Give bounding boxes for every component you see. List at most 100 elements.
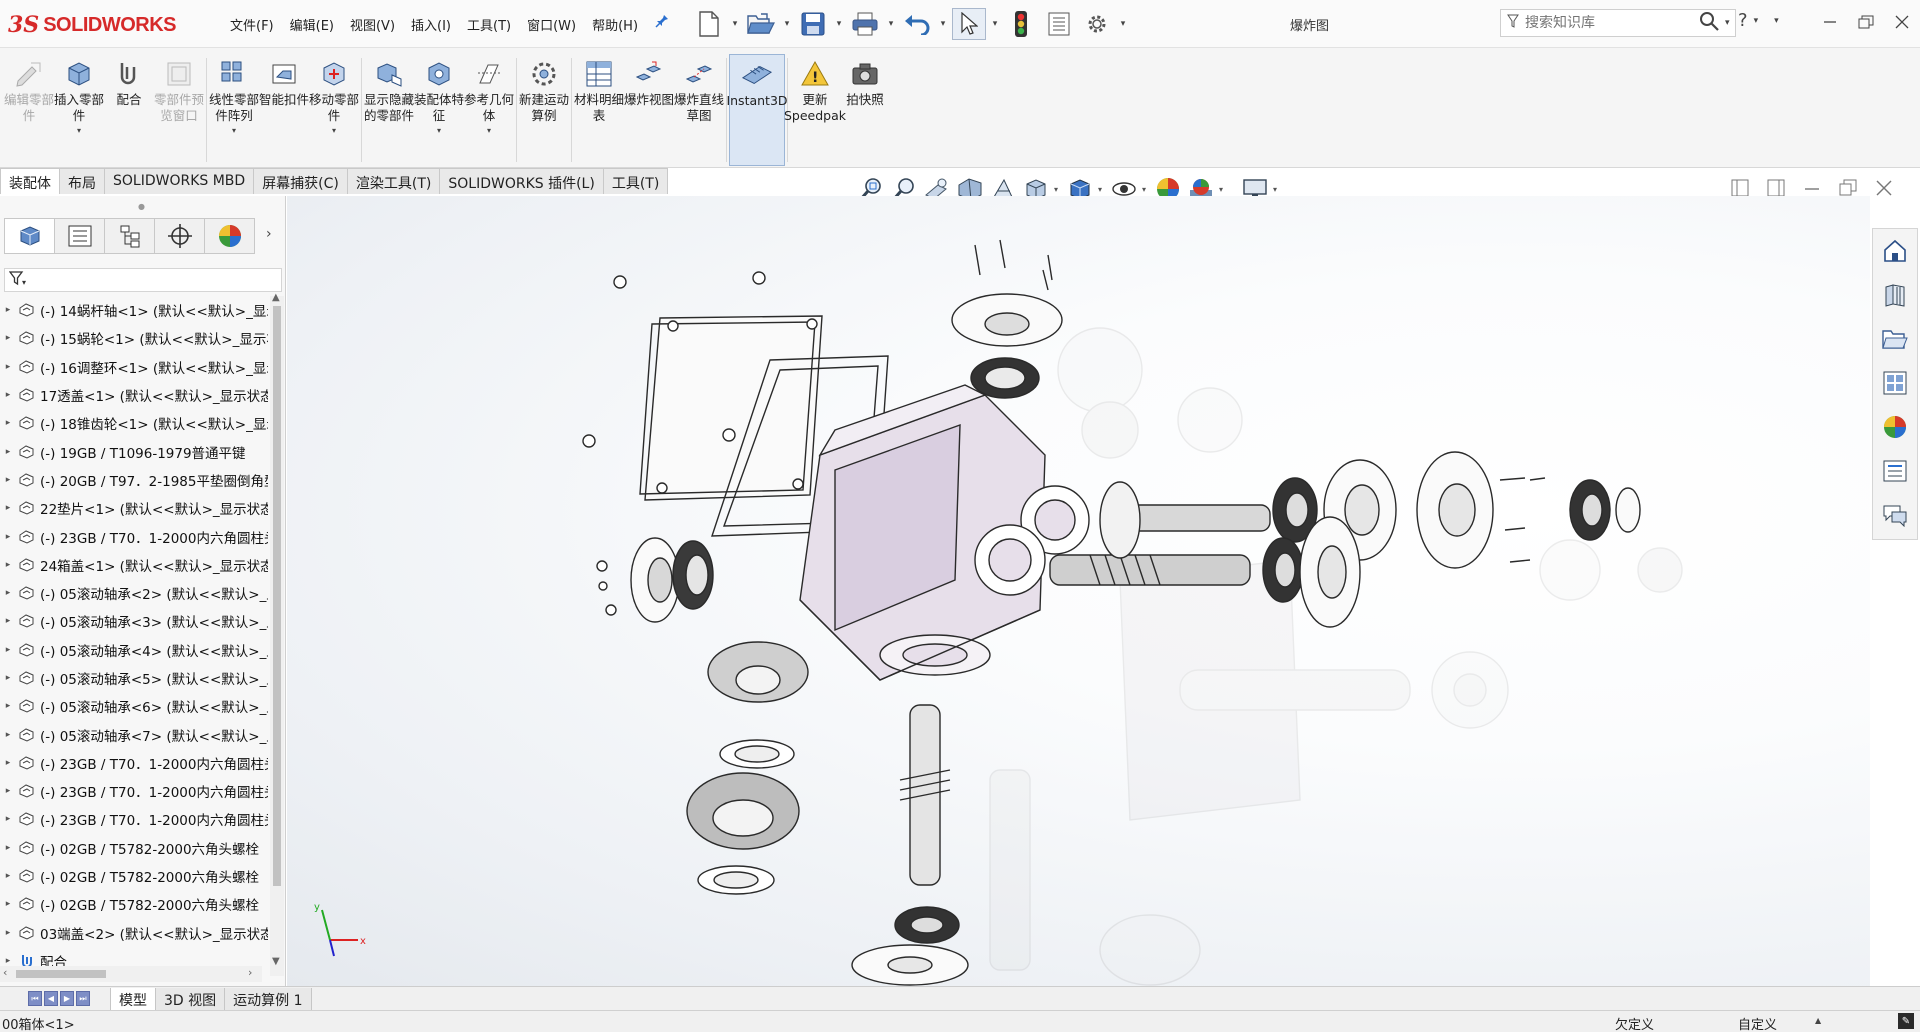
expand-arrow-icon[interactable]: ▸ bbox=[0, 956, 16, 966]
expand-arrow-icon[interactable]: ▸ bbox=[0, 560, 16, 570]
close-icon[interactable] bbox=[1884, 6, 1920, 38]
solidworks-logo[interactable]: 3S SOLIDWORKS bbox=[8, 6, 206, 44]
chevron-down-icon[interactable]: ▾ bbox=[77, 126, 81, 135]
tree-item[interactable]: ▸ 17透盖<1> (默认<<默认>_显示状态 1>) bbox=[0, 381, 268, 409]
expand-arrow-icon[interactable]: ▸ bbox=[0, 305, 16, 315]
expand-arrow-icon[interactable]: ▸ bbox=[0, 786, 16, 796]
undo-icon[interactable] bbox=[900, 8, 934, 40]
tree-item[interactable]: ▸ (-) 23GB / T70．1-2000内六角圆柱头螺钉 bbox=[0, 777, 268, 805]
tree-item[interactable]: ▸ 22垫片<1> (默认<<默认>_显示状态 1>) bbox=[0, 494, 268, 522]
tab-mbd[interactable]: SOLIDWORKS MBD bbox=[104, 168, 255, 194]
tree-item[interactable]: ▸ (-) 23GB / T70．1-2000内六角圆柱头螺钉 bbox=[0, 522, 268, 550]
tab-render-tools[interactable]: 渲染工具(T) bbox=[346, 168, 441, 194]
appearances-scenes-icon[interactable] bbox=[1873, 405, 1917, 449]
tree-item[interactable]: ▸ (-) 05滚动轴承<7> (默认<<默认>_显示状态 1>) bbox=[0, 720, 268, 748]
expand-arrow-icon[interactable]: ▸ bbox=[0, 532, 16, 542]
exploded-assembly-drawing[interactable] bbox=[287, 196, 1870, 986]
tree-item[interactable]: ▸ (-) 05滚动轴承<3> (默认<<默认>_显示状态 1>) bbox=[0, 607, 268, 635]
search-knowledge-base[interactable]: ▾ bbox=[1500, 9, 1736, 37]
expand-arrow-icon[interactable]: ▸ bbox=[0, 899, 16, 909]
expand-arrow-icon[interactable]: ▸ bbox=[0, 673, 16, 683]
output-shaft[interactable] bbox=[851, 704, 969, 986]
tree-item[interactable]: ▸ 24箱盖<1> (默认<<默认>_显示状态 1>) bbox=[0, 551, 268, 579]
expand-arrow-icon[interactable]: ▸ bbox=[0, 418, 16, 428]
panel-drag-handle[interactable]: ● bbox=[138, 202, 145, 211]
expand-arrow-icon[interactable]: ▸ bbox=[0, 928, 16, 938]
menu-window[interactable]: 窗口(W) bbox=[519, 12, 584, 36]
undo-dropdown-icon[interactable]: ▾ bbox=[938, 19, 948, 29]
new-document-icon[interactable] bbox=[692, 8, 726, 40]
explode-line-sketch-button[interactable]: 爆炸直线草图 bbox=[674, 54, 724, 166]
top-end-cap[interactable] bbox=[951, 239, 1063, 399]
prev-tab-icon[interactable]: ◀ bbox=[44, 991, 58, 1006]
scroll-left-icon[interactable]: ‹ bbox=[3, 966, 7, 979]
tree-item[interactable]: ▸ (-) 02GB / T5782-2000六角头螺栓 bbox=[0, 834, 268, 862]
apply-scene-dropdown-icon[interactable]: ▾ bbox=[1219, 185, 1227, 194]
vertical-scroll-thumb[interactable] bbox=[273, 306, 281, 886]
expand-arrow-icon[interactable]: ▸ bbox=[0, 475, 16, 485]
select-cursor-icon[interactable] bbox=[952, 8, 986, 40]
tree-item[interactable]: ▸ (-) 14蜗杆轴<1> (默认<<默认>_显示状态 1>) bbox=[0, 296, 268, 324]
help-dropdown-icon[interactable]: ▾ bbox=[1754, 16, 1759, 26]
minimize-icon[interactable] bbox=[1812, 6, 1848, 38]
menu-help[interactable]: 帮助(H) bbox=[584, 12, 646, 36]
menu-tools[interactable]: 工具(T) bbox=[459, 12, 519, 36]
file-explorer-icon[interactable] bbox=[1873, 317, 1917, 361]
search-icon[interactable] bbox=[1699, 11, 1719, 35]
tree-item[interactable]: ▸ (-) 05滚动轴承<2> (默认<<默认>_显示状态 1>) bbox=[0, 579, 268, 607]
tree-item[interactable]: ▸ (-) 23GB / T70．1-2000内六角圆柱头螺钉 bbox=[0, 805, 268, 833]
smart-fasteners-button[interactable]: 智能扣件 bbox=[259, 54, 309, 166]
new-motion-study-button[interactable]: 新建运动算例 bbox=[519, 54, 569, 166]
expand-arrow-icon[interactable]: ▸ bbox=[0, 447, 16, 457]
solidworks-resources-home-icon[interactable] bbox=[1873, 229, 1917, 273]
housing-cover-plate[interactable] bbox=[639, 315, 823, 501]
tab-screen-capture[interactable]: 屏幕捕获(C) bbox=[253, 168, 348, 194]
custom-properties-icon[interactable] bbox=[1873, 449, 1917, 493]
assembly-feature-button[interactable]: 装配体特征 ▾ bbox=[414, 54, 464, 166]
tab-assembly[interactable]: 装配体 bbox=[0, 168, 60, 194]
tree-vertical-scrollbar[interactable]: ▲ ▼ bbox=[270, 292, 284, 976]
search-scope-icon[interactable] bbox=[1507, 14, 1519, 32]
last-tab-icon[interactable]: ⏭ bbox=[76, 991, 90, 1006]
tree-item[interactable]: ▸ (-) 05滚动轴承<5> (默认<<默认>_显示状态 1>) bbox=[0, 664, 268, 692]
reference-geometry-button[interactable]: 参考几何体 ▾ bbox=[464, 54, 514, 166]
expand-arrow-icon[interactable]: ▸ bbox=[0, 730, 16, 740]
open-folder-icon[interactable] bbox=[744, 8, 778, 40]
tree-item[interactable]: ▸ (-) 16调整环<1> (默认<<默认>_显示状态 1>) bbox=[0, 353, 268, 381]
tree-item[interactable]: ▸ (-) 20GB / T97．2-1985平垫圈倒角型 bbox=[0, 466, 268, 494]
display-style-dropdown-icon[interactable]: ▾ bbox=[1098, 185, 1106, 194]
save-icon[interactable] bbox=[796, 8, 830, 40]
options-dropdown-icon[interactable]: ▾ bbox=[1118, 19, 1128, 29]
tab-layout[interactable]: 布局 bbox=[59, 168, 105, 194]
bevel-gears-and-washers[interactable] bbox=[686, 641, 809, 895]
tree-item[interactable]: ▸ (-) 02GB / T5782-2000六角头螺栓 bbox=[0, 890, 268, 918]
graphics-area[interactable] bbox=[287, 196, 1870, 986]
view-palette-icon[interactable] bbox=[1873, 361, 1917, 405]
property-manager-tab-icon[interactable] bbox=[54, 218, 105, 254]
scroll-down-icon[interactable]: ▼ bbox=[272, 956, 280, 967]
rebuild-traffic-light-icon[interactable] bbox=[1004, 8, 1038, 40]
panel-expand-arrow-icon[interactable]: › bbox=[266, 226, 272, 242]
chevron-down-icon[interactable]: ▾ bbox=[437, 126, 441, 135]
viewport-close-icon[interactable] bbox=[1872, 176, 1896, 200]
bill-of-materials-button[interactable]: 材料明细表 bbox=[574, 54, 624, 166]
component-preview-button[interactable]: 零部件预览窗口 bbox=[154, 54, 204, 166]
print-dropdown-icon[interactable]: ▾ bbox=[886, 19, 896, 29]
print-icon[interactable] bbox=[848, 8, 882, 40]
menu-view[interactable]: 视图(V) bbox=[342, 12, 403, 36]
next-tab-icon[interactable]: ▶ bbox=[60, 991, 74, 1006]
update-speedpak-button[interactable]: ! 更新Speedpak bbox=[784, 54, 846, 166]
expand-arrow-icon[interactable]: ▸ bbox=[0, 616, 16, 626]
design-library-icon[interactable] bbox=[1873, 273, 1917, 317]
tree-item[interactable]: ▸ (-) 23GB / T70．1-2000内六角圆柱头螺钉 bbox=[0, 749, 268, 777]
pin-menu-icon[interactable] bbox=[655, 14, 671, 30]
edit-component-button[interactable]: 编辑零部件 bbox=[4, 54, 54, 166]
open-dropdown-icon[interactable]: ▾ bbox=[782, 19, 792, 29]
mate-button[interactable]: 配合 bbox=[104, 54, 154, 166]
expand-arrow-icon[interactable]: ▸ bbox=[0, 503, 16, 513]
status-message-icon[interactable]: ✎ bbox=[1898, 1013, 1914, 1029]
expand-arrow-icon[interactable]: ▸ bbox=[0, 362, 16, 372]
first-tab-icon[interactable]: ⏮ bbox=[28, 991, 42, 1006]
gearbox-housing[interactable] bbox=[799, 384, 1090, 681]
options-gear-icon[interactable] bbox=[1080, 8, 1114, 40]
